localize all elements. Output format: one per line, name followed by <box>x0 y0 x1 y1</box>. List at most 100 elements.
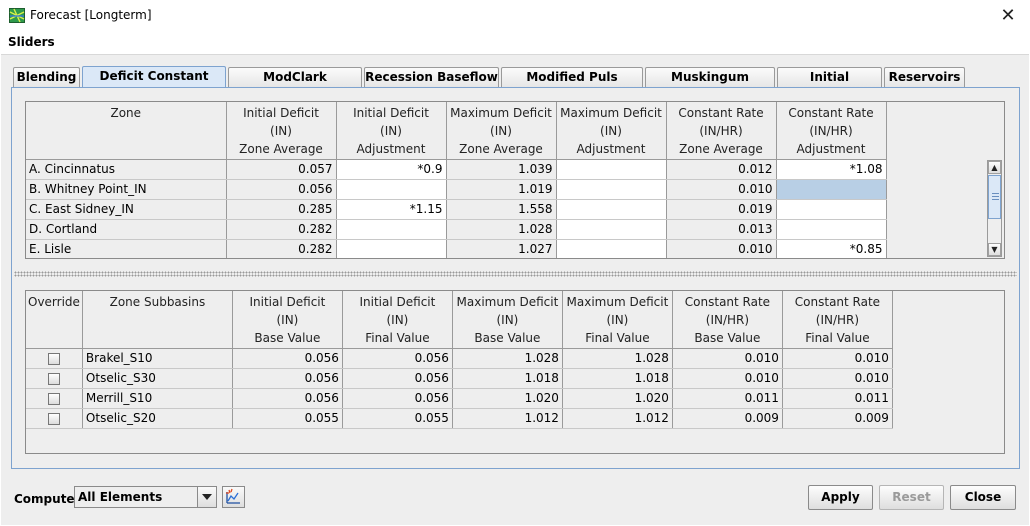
initial-deficit-final-cell: 0.056 <box>342 368 453 389</box>
maximum-deficit-final-cell: 1.028 <box>562 348 673 369</box>
maximum-deficit-adjustment-input[interactable] <box>556 239 667 258</box>
table-row[interactable]: E. Lisle 0.282 1.027 0.010 *0.85 <box>26 239 887 258</box>
compute-options-button[interactable] <box>222 486 245 508</box>
column-header-line: Maximum Deficit <box>560 106 662 120</box>
initial-deficit-average-cell: 0.282 <box>226 219 337 240</box>
column-header[interactable]: Maximum Deficit (IN) Zone Average <box>446 102 557 160</box>
constant-rate-adjustment-input[interactable]: *0.85 <box>776 239 887 258</box>
constant-rate-average-cell: 0.010 <box>666 179 777 200</box>
maximum-deficit-adjustment-input[interactable] <box>556 179 667 200</box>
override-cell[interactable] <box>26 388 83 409</box>
deficit-constant-loss-panel: Zone Initial Deficit (IN) Zone Average Initi… <box>11 87 1020 469</box>
zone-name-cell: E. Lisle <box>26 239 227 258</box>
column-header-line: (IN) <box>606 313 629 327</box>
column-header[interactable]: Constant Rate (IN/HR) Final Value <box>782 291 893 349</box>
table-row[interactable]: Otselic_S30 0.056 0.056 1.018 1.018 0.010 0.01… <box>26 368 893 389</box>
maximum-deficit-adjustment-input[interactable] <box>556 219 667 240</box>
column-header-line: Final Value <box>365 331 430 345</box>
initial-deficit-adjustment-input[interactable] <box>336 239 447 258</box>
column-header-line: Zone Average <box>459 142 543 156</box>
maximum-deficit-final-cell: 1.012 <box>562 408 673 429</box>
tab-blending[interactable]: Blending <box>13 67 80 87</box>
constant-rate-adjustment-input[interactable]: *1.08 <box>776 159 887 180</box>
tab-reservoirs[interactable]: Reservoirs <box>884 67 965 87</box>
compute-select[interactable]: All Elements <box>74 486 217 508</box>
initial-deficit-adjustment-input[interactable] <box>336 219 447 240</box>
maximum-deficit-adjustment-input[interactable] <box>556 159 667 180</box>
column-header-line: Adjustment <box>796 142 866 156</box>
initial-deficit-adjustment-input[interactable]: *0.9 <box>336 159 447 180</box>
constant-rate-adjustment-input[interactable] <box>776 219 887 240</box>
zones-scrollbar[interactable]: ▲ ▼ <box>987 160 1002 257</box>
override-cell[interactable] <box>26 368 83 389</box>
column-header[interactable]: Zone Subbasins <box>82 291 233 349</box>
column-header-line: (IN/HR) <box>699 124 743 138</box>
column-header[interactable]: Maximum Deficit (IN) Final Value <box>562 291 673 349</box>
constant-rate-adjustment-input[interactable] <box>776 199 887 220</box>
section-title: Sliders <box>8 35 55 49</box>
override-checkbox[interactable] <box>47 412 60 425</box>
close-button[interactable]: Close <box>950 485 1016 510</box>
table-row[interactable]: D. Cortland 0.282 1.028 0.013 <box>26 219 887 240</box>
column-header[interactable]: Initial Deficit (IN) Final Value <box>342 291 453 349</box>
column-header-line: Zone Average <box>239 142 323 156</box>
column-header[interactable]: Constant Rate (IN/HR) Zone Average <box>666 102 777 160</box>
column-header-line: Base Value <box>254 331 321 345</box>
override-checkbox[interactable] <box>47 392 60 405</box>
override-cell[interactable] <box>26 348 83 369</box>
chevron-down-icon[interactable] <box>197 487 216 507</box>
tab-recession-baseflow[interactable]: Recession Baseflow <box>364 67 499 87</box>
tab-initial-baseflow[interactable]: Initial Baseflow <box>777 67 882 103</box>
column-header[interactable]: Maximum Deficit (IN) Adjustment <box>556 102 667 160</box>
zone-name-cell: B. Whitney Point_IN <box>26 179 227 200</box>
column-header[interactable]: Maximum Deficit (IN) Base Value <box>452 291 563 349</box>
tab-muskingum-routing[interactable]: Muskingum Routing <box>645 67 775 103</box>
column-header-line: (IN/HR) <box>815 313 860 327</box>
column-header[interactable]: Constant Rate (IN/HR) Base Value <box>672 291 783 349</box>
scroll-up-icon[interactable]: ▲ <box>988 161 1001 174</box>
column-header-line: Adjustment <box>576 142 646 156</box>
grid-map-icon <box>9 8 25 23</box>
reset-button[interactable]: Reset <box>879 485 944 510</box>
tab-modclark-transform[interactable]: ModClark Transform <box>228 67 362 103</box>
constant-rate-adjustment-input[interactable] <box>776 179 887 200</box>
column-header-line: Zone <box>110 106 142 120</box>
constant-rate-average-cell: 0.019 <box>666 199 777 220</box>
initial-deficit-adjustment-input[interactable]: *1.15 <box>336 199 447 220</box>
maximum-deficit-adjustment-input[interactable] <box>556 199 667 220</box>
maximum-deficit-final-cell: 1.020 <box>562 388 673 409</box>
constant-rate-final-cell: 0.009 <box>782 408 893 429</box>
override-checkbox[interactable] <box>47 352 60 365</box>
column-header[interactable]: Constant Rate (IN/HR) Adjustment <box>776 102 887 160</box>
split-pane-divider[interactable] <box>14 271 1017 277</box>
table-row[interactable]: Brakel_S10 0.056 0.056 1.028 1.028 0.010 0.010 <box>26 348 893 369</box>
table-row[interactable]: Merrill_S10 0.056 0.056 1.020 1.020 0.011 0.01… <box>26 388 893 409</box>
table-row[interactable]: C. East Sidney_IN 0.285 *1.15 1.558 0.019 <box>26 199 887 220</box>
column-header-line: Override <box>28 295 80 309</box>
column-header[interactable]: Override <box>26 291 83 349</box>
override-checkbox[interactable] <box>47 372 60 385</box>
zone-name-cell: C. East Sidney_IN <box>26 199 227 220</box>
tab-deficit-constant-loss[interactable]: Deficit Constant Loss <box>82 66 226 102</box>
table-row[interactable]: A. Cincinnatus 0.057 *0.9 1.039 0.012 *1.08 <box>26 159 887 180</box>
close-icon[interactable]: ✕ <box>986 0 1030 32</box>
apply-button[interactable]: Apply <box>808 485 873 510</box>
scroll-down-icon[interactable]: ▼ <box>988 243 1001 256</box>
table-row[interactable]: B. Whitney Point_IN 0.056 1.019 0.010 <box>26 179 887 200</box>
override-cell[interactable] <box>26 408 83 429</box>
column-header[interactable]: Zone <box>26 102 227 160</box>
scroll-thumb[interactable] <box>988 175 1001 219</box>
column-header[interactable]: Initial Deficit (IN) Adjustment <box>336 102 447 160</box>
column-header-line: Final Value <box>805 331 870 345</box>
constant-rate-base-cell: 0.010 <box>672 348 783 369</box>
column-header[interactable]: Initial Deficit (IN) Base Value <box>232 291 343 349</box>
tab-modified-puls-routing[interactable]: Modified Puls Routing <box>501 67 643 103</box>
initial-deficit-adjustment-input[interactable] <box>336 179 447 200</box>
subbasin-name-cell: Brakel_S10 <box>82 348 233 369</box>
column-header-line: Initial Deficit <box>359 295 436 309</box>
maximum-deficit-base-cell: 1.012 <box>452 408 563 429</box>
column-header-line: (IN) <box>276 313 299 327</box>
column-header[interactable]: Initial Deficit (IN) Zone Average <box>226 102 337 160</box>
subbasins-table: Override Zone Subbasins Initial Deficit (IN… <box>25 290 1005 454</box>
table-row[interactable]: Otselic_S20 0.055 0.055 1.012 1.012 0.009 0.00… <box>26 408 893 429</box>
